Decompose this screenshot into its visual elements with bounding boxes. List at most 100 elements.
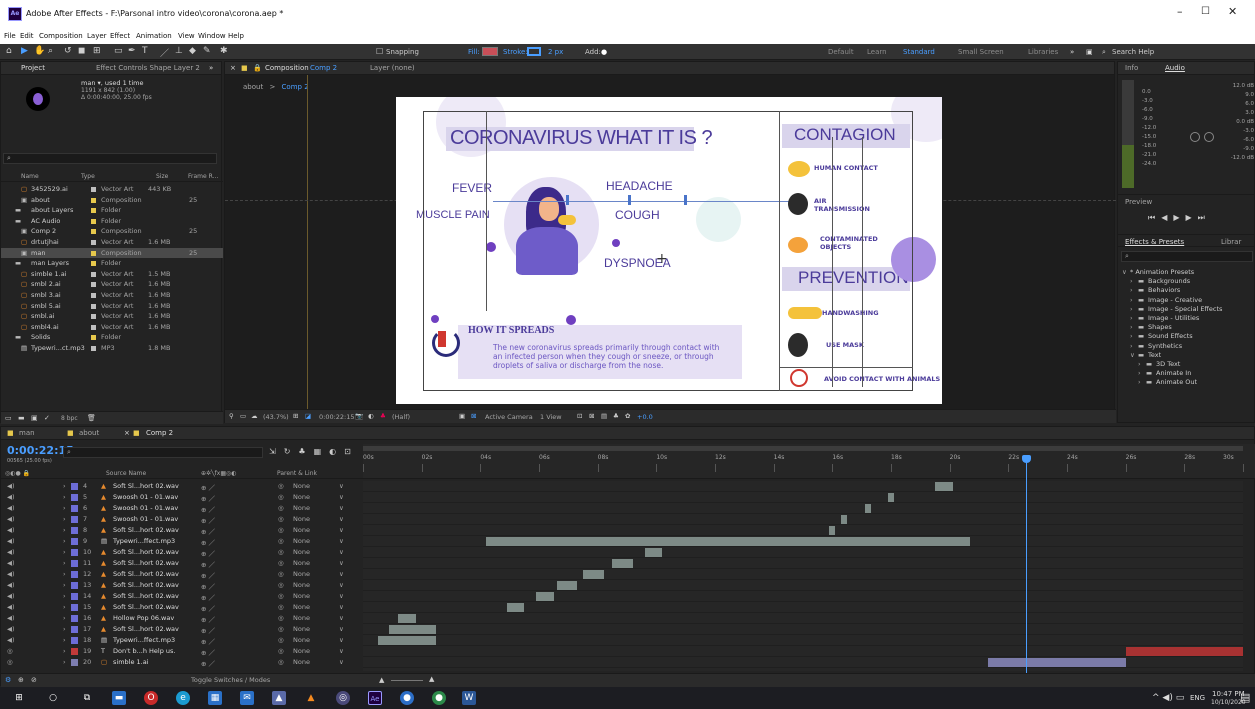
- zoom-in-icon[interactable]: ▲: [429, 675, 434, 683]
- project-item[interactable]: ▬ about Layers Folder: [1, 205, 223, 215]
- project-item[interactable]: ▣ Comp 2 Composition 25: [1, 226, 223, 236]
- zoom-out-icon[interactable]: ▲: [379, 676, 384, 684]
- column-source-name[interactable]: Source Name: [106, 470, 146, 477]
- audio-slider-knob[interactable]: [1190, 132, 1200, 142]
- app-icon[interactable]: ●: [432, 691, 446, 705]
- parent-select[interactable]: None: [293, 592, 310, 600]
- switch-icon[interactable]: ⊕ ／: [201, 614, 215, 624]
- fill-label[interactable]: Fill:: [468, 48, 480, 56]
- layer-label-swatch[interactable]: [71, 505, 78, 512]
- layer-duration-bar[interactable]: [389, 625, 437, 634]
- view-layout-select[interactable]: 1 View: [540, 413, 562, 421]
- menu-help[interactable]: Help: [228, 32, 244, 40]
- layer-name[interactable]: Swoosh 01 - 01.wav: [113, 515, 178, 523]
- expand-time-icon[interactable]: ⊘: [31, 676, 37, 684]
- layer-name[interactable]: Soft Sl...hort 02.wav: [113, 548, 179, 556]
- parent-select[interactable]: None: [293, 603, 310, 611]
- parent-select[interactable]: None: [293, 636, 310, 644]
- pickwhip-icon[interactable]: ◎: [278, 504, 284, 512]
- project-item[interactable]: ▬ Solids Folder: [1, 332, 223, 342]
- pickwhip-icon[interactable]: ◎: [278, 658, 284, 666]
- switch-icon[interactable]: ⊕ ／: [201, 482, 215, 492]
- layer-duration-bar[interactable]: [556, 581, 578, 590]
- expand-chevron-icon[interactable]: ›: [63, 581, 66, 589]
- chevron-down-icon[interactable]: ∨: [339, 581, 344, 589]
- first-frame-icon[interactable]: ⏮: [1148, 213, 1161, 222]
- channel-icon[interactable]: ♣: [380, 412, 386, 420]
- audio-tab[interactable]: Audio: [1165, 64, 1185, 72]
- expand-chevron-icon[interactable]: ›: [63, 570, 66, 578]
- selection-tool-icon[interactable]: ▶: [21, 46, 28, 56]
- chevron-down-icon[interactable]: ∨: [339, 482, 344, 490]
- panel-overflow-icon[interactable]: »: [209, 64, 213, 72]
- pickwhip-icon[interactable]: ◎: [278, 526, 284, 534]
- parent-select[interactable]: None: [293, 482, 310, 490]
- preview-tab[interactable]: Preview: [1125, 198, 1152, 206]
- resolution-select[interactable]: (Half): [392, 413, 410, 421]
- layer-name[interactable]: Typewri...ffect.mp3: [113, 636, 175, 644]
- chevron-down-icon[interactable]: ∨: [339, 658, 344, 666]
- add-label[interactable]: Add:: [585, 48, 601, 56]
- chrome-icon[interactable]: ●: [400, 691, 414, 705]
- chevron-down-icon[interactable]: ∨: [339, 493, 344, 501]
- graph-editor-icon[interactable]: ⊡: [344, 447, 359, 456]
- layer-label-swatch[interactable]: [71, 549, 78, 556]
- layer-name[interactable]: Soft Sl...hort 02.wav: [113, 603, 179, 611]
- column-frame-rate[interactable]: Frame R...: [188, 173, 218, 180]
- label-swatch[interactable]: [91, 335, 96, 341]
- trash-icon[interactable]: 🗑: [87, 414, 96, 422]
- expand-chevron-icon[interactable]: ›: [63, 658, 66, 666]
- layer-label-swatch[interactable]: [71, 604, 78, 611]
- timeline-tab-man[interactable]: man: [19, 429, 35, 437]
- project-item[interactable]: ▢ smbl.ai Vector Art 1.6 MB: [1, 311, 223, 321]
- workspace-default[interactable]: Default: [828, 48, 854, 56]
- previous-frame-icon[interactable]: ◀: [1161, 213, 1173, 222]
- menu-effect[interactable]: Effect: [110, 32, 130, 40]
- switch-icon[interactable]: ⊕ ／: [201, 592, 215, 602]
- app-icon[interactable]: ◎: [336, 691, 350, 705]
- project-item[interactable]: ▢ 3452529.ai Vector Art 443 KB: [1, 184, 223, 194]
- expand-chevron-icon[interactable]: ›: [63, 537, 66, 545]
- layer-name[interactable]: Soft Sl...hort 02.wav: [113, 581, 179, 589]
- chevron-down-icon[interactable]: ∨: [339, 647, 344, 655]
- after-effects-taskbar-icon[interactable]: Ae: [368, 691, 382, 705]
- windows-start-icon[interactable]: ⊞: [12, 691, 26, 705]
- parent-select[interactable]: None: [293, 625, 310, 633]
- audio-toggle-icon[interactable]: ◀): [7, 504, 15, 512]
- anchor-point-icon[interactable]: +: [656, 251, 668, 267]
- layer-row[interactable]: ◀) › 5 ▲ Swoosh 01 - 01.wav ⊕ ／ ◎ None ∨: [1, 492, 363, 503]
- layer-name[interactable]: Hollow Pop 06.wav: [113, 614, 174, 622]
- pickwhip-icon[interactable]: ◎: [278, 592, 284, 600]
- layer-label-swatch[interactable]: [71, 571, 78, 578]
- layer-duration-bar[interactable]: [612, 559, 633, 568]
- layer-row[interactable]: ◀) › 8 ▲ Soft Sl...hort 02.wav ⊕ ／ ◎ None ∨: [1, 525, 363, 536]
- rectangle-tool-icon[interactable]: ▭: [114, 46, 123, 56]
- close-tab-icon[interactable]: ×: [124, 429, 130, 437]
- minimize-icon[interactable]: –: [1177, 5, 1183, 18]
- layer-row[interactable]: ◀) › 6 ▲ Swoosh 01 - 01.wav ⊕ ／ ◎ None ∨: [1, 503, 363, 514]
- layer-label-swatch[interactable]: [71, 615, 78, 622]
- layer-row[interactable]: ◀) › 11 ▲ Soft Sl...hort 02.wav ⊕ ／ ◎ None ∨: [1, 558, 363, 569]
- column-size[interactable]: Size: [156, 173, 168, 180]
- audio-toggle-icon[interactable]: ◀): [7, 482, 15, 490]
- zoom-tool-icon[interactable]: ⌕: [48, 46, 53, 56]
- magnify-icon[interactable]: ⚲: [229, 412, 234, 420]
- timeline-tab-comp-2[interactable]: Comp 2: [146, 429, 173, 437]
- close-tab-icon[interactable]: ×: [230, 64, 236, 72]
- layer-label-swatch[interactable]: [71, 626, 78, 633]
- fast-preview-icon[interactable]: ▣: [459, 412, 465, 420]
- column-name[interactable]: Name: [21, 173, 39, 180]
- layer-row[interactable]: ◀) › 17 ▲ Soft Sl...hort 02.wav ⊕ ／ ◎ None ∨: [1, 624, 363, 635]
- interpret-footage-icon[interactable]: ▭: [5, 414, 12, 422]
- pickwhip-icon[interactable]: ◎: [278, 493, 284, 501]
- expand-chevron-icon[interactable]: ›: [63, 647, 66, 655]
- audio-toggle-icon[interactable]: ◀): [7, 614, 15, 622]
- current-time[interactable]: 0:00:22:15: [319, 413, 355, 421]
- breadcrumb-about[interactable]: about: [243, 83, 263, 91]
- project-item[interactable]: ▢ smbl 2.ai Vector Art 1.6 MB: [1, 279, 223, 289]
- layer-row[interactable]: ◎ › 20 ▢ simble 1.ai ⊕ ／ ◎ None ∨: [1, 657, 363, 668]
- parent-select[interactable]: None: [293, 537, 310, 545]
- layer-name[interactable]: Soft Sl...hort 02.wav: [113, 570, 179, 578]
- project-tab[interactable]: Project: [21, 64, 45, 72]
- switch-icon[interactable]: ⊕ ／: [201, 570, 215, 580]
